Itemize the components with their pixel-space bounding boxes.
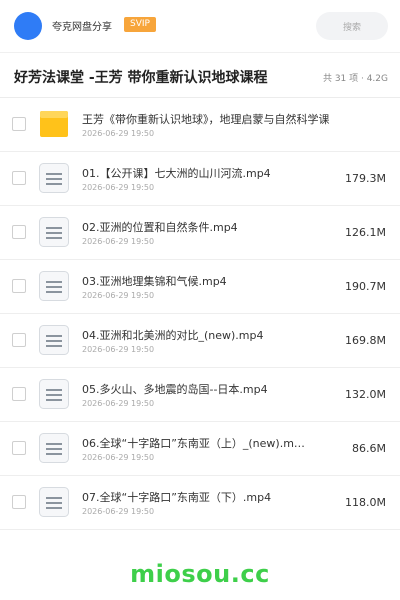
file-size: 86.6M: [352, 442, 386, 455]
folder-summary: 共 31 项 · 4.2G: [322, 74, 388, 84]
row-checkbox[interactable]: [12, 117, 26, 131]
top-bar: 夸克网盘分享 SVIP 搜索: [0, 0, 400, 52]
file-name: 03.亚洲地理集锦和气候.mp4: [82, 275, 227, 288]
list-item[interactable]: 王芳《带你重新认识地球》，地理启蒙与自然科学课 2026-06-29 19:50: [0, 98, 400, 152]
file-date: 2026-06-29 19:50: [82, 183, 155, 192]
list-item[interactable]: 04.亚洲和北美洲的对比_(new).mp4 2026-06-29 19:50 …: [0, 314, 400, 368]
search-button[interactable]: 搜索: [316, 12, 388, 40]
list-item[interactable]: 03.亚洲地理集锦和气候.mp4 2026-06-29 19:50 190.7M: [0, 260, 400, 314]
file-date: 2026-06-29 19:50: [82, 345, 155, 354]
site-watermark: miosou.cc: [130, 560, 270, 588]
file-name: 02.亚洲的位置和自然条件.mp4: [82, 221, 238, 234]
file-icon: [39, 217, 69, 247]
file-list: 王芳《带你重新认识地球》，地理启蒙与自然科学课 2026-06-29 19:50…: [0, 98, 400, 530]
file-name: 王芳《带你重新认识地球》，地理启蒙与自然科学课: [82, 113, 330, 126]
file-name: 01.【公开课】七大洲的山川河流.mp4: [82, 167, 271, 180]
row-checkbox[interactable]: [12, 387, 26, 401]
file-name: 04.亚洲和北美洲的对比_(new).mp4: [82, 329, 264, 342]
row-checkbox[interactable]: [12, 495, 26, 509]
file-icon: [39, 325, 69, 355]
file-icon: [39, 487, 69, 517]
file-size: 169.8M: [345, 334, 386, 347]
user-name: 夸克网盘分享: [52, 22, 112, 33]
file-size: 126.1M: [345, 226, 386, 239]
file-date: 2026-06-29 19:50: [82, 129, 155, 138]
page-title: 好芳法课堂 -王芳 带你重新认识地球课程: [14, 70, 268, 86]
file-icon: [39, 379, 69, 409]
file-size: 118.0M: [345, 496, 386, 509]
file-icon: [39, 271, 69, 301]
row-checkbox[interactable]: [12, 171, 26, 185]
file-icon: [39, 433, 69, 463]
folder-title-row: 好芳法课堂 -王芳 带你重新认识地球课程 共 31 项 · 4.2G: [0, 52, 400, 98]
list-item[interactable]: 06.全球“十字路口”东南亚（上）_(new).m… 2026-06-29 19…: [0, 422, 400, 476]
list-item[interactable]: 02.亚洲的位置和自然条件.mp4 2026-06-29 19:50 126.1…: [0, 206, 400, 260]
svip-badge: SVIP: [124, 17, 156, 32]
list-item[interactable]: 07.全球“十字路口”东南亚（下）.mp4 2026-06-29 19:50 1…: [0, 476, 400, 530]
file-name: 05.多火山、多地震的岛国--日本.mp4: [82, 383, 268, 396]
file-date: 2026-06-29 19:50: [82, 453, 155, 462]
file-date: 2026-06-29 19:50: [82, 237, 155, 246]
list-item[interactable]: 05.多火山、多地震的岛国--日本.mp4 2026-06-29 19:50 1…: [0, 368, 400, 422]
list-item[interactable]: 01.【公开课】七大洲的山川河流.mp4 2026-06-29 19:50 17…: [0, 152, 400, 206]
row-checkbox[interactable]: [12, 279, 26, 293]
file-date: 2026-06-29 19:50: [82, 291, 155, 300]
file-date: 2026-06-29 19:50: [82, 507, 155, 516]
file-icon: [39, 163, 69, 193]
file-size: 179.3M: [345, 172, 386, 185]
file-name: 07.全球“十字路口”东南亚（下）.mp4: [82, 491, 272, 504]
row-checkbox[interactable]: [12, 441, 26, 455]
file-name: 06.全球“十字路口”东南亚（上）_(new).m…: [82, 437, 305, 450]
file-size: 132.0M: [345, 388, 386, 401]
row-checkbox[interactable]: [12, 333, 26, 347]
file-size: 190.7M: [345, 280, 386, 293]
avatar[interactable]: [14, 12, 42, 40]
row-checkbox[interactable]: [12, 225, 26, 239]
file-date: 2026-06-29 19:50: [82, 399, 155, 408]
folder-icon: [40, 111, 68, 137]
